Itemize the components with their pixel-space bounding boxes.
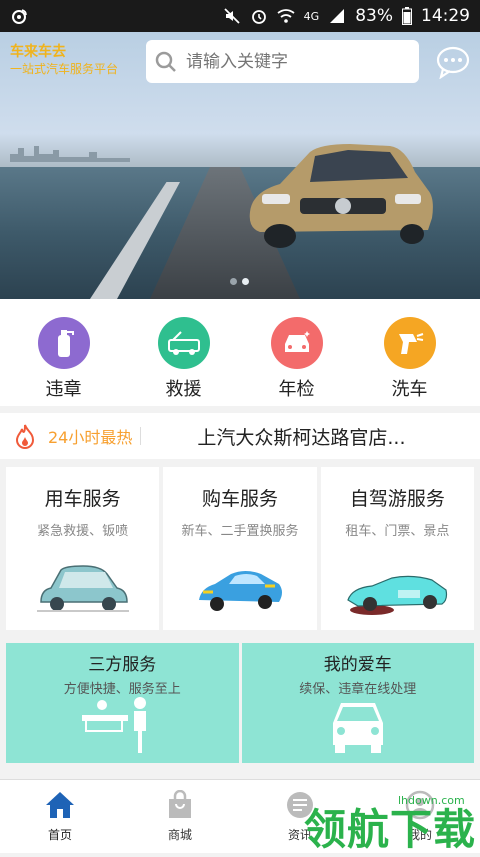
card-title: 购车服务 — [201, 488, 278, 510]
carousel-indicator — [230, 278, 249, 285]
carousel-dot-active[interactable] — [242, 278, 249, 285]
hot-headline[interactable]: 上汽大众斯柯达路官店... — [197, 423, 405, 450]
divider — [140, 427, 142, 445]
tile-third-party[interactable]: 三方服务 方便快捷、服务至上 — [6, 643, 239, 763]
car-check-icon — [270, 317, 323, 369]
service-counter-icon — [82, 697, 147, 753]
service-cards: 用车服务 紧急救援、钣喷 购车服务 新车、二手置换服务 自驾游服务 租车、门票、… — [6, 467, 474, 630]
nav-mall[interactable]: 商城 — [120, 780, 240, 853]
carousel-dot[interactable] — [230, 278, 237, 285]
brand-slogan: 一站式汽车服务平台 — [10, 62, 119, 76]
card-title: 用车服务 — [44, 488, 121, 510]
quick-item-rescue[interactable]: 救援 — [127, 299, 240, 406]
nav-home[interactable]: 首页 — [0, 780, 120, 853]
tile-title: 三方服务 — [88, 655, 157, 675]
feature-tiles: 三方服务 方便快捷、服务至上 我的爱车 续保、违章在线处理 — [6, 643, 474, 763]
sports-car-icon — [198, 571, 282, 611]
status-bar: 4G 83% 14:29 — [0, 0, 480, 32]
search-icon — [155, 51, 176, 72]
card-purchase-service[interactable]: 购车服务 新车、二手置换服务 — [163, 467, 317, 630]
brand-logo: 车来车去 一站式汽车服务平台 — [10, 44, 118, 78]
quick-label: 救援 — [165, 379, 202, 400]
shopping-bag-icon — [169, 790, 191, 818]
quick-label: 洗车 — [391, 379, 428, 400]
card-subtitle: 紧急救援、钣喷 — [37, 524, 129, 539]
card-selfdrive-service[interactable]: 自驾游服务 租车、门票、景点 — [320, 467, 474, 630]
spray-gun-icon — [383, 317, 436, 369]
tile-my-car[interactable]: 我的爱车 续保、违章在线处理 — [241, 643, 474, 763]
quick-item-violation[interactable]: 违章 — [0, 299, 127, 406]
nav-label: 商城 — [167, 828, 192, 842]
card-subtitle: 新车、二手置换服务 — [181, 524, 299, 539]
search-bar[interactable] — [146, 40, 419, 83]
car-front-icon — [332, 703, 383, 753]
wifi-icon — [277, 9, 295, 23]
quick-label: 年检 — [278, 379, 315, 400]
banner-skyline — [10, 146, 130, 162]
mute-icon — [224, 8, 240, 24]
signal-icon — [330, 9, 345, 23]
search-input[interactable] — [186, 51, 406, 72]
banner-car-image — [249, 144, 433, 248]
home-icon — [46, 792, 74, 818]
watermark-text: 领航下载 — [304, 805, 477, 854]
fire-icon — [15, 424, 35, 449]
quick-services: 违章 救援 年检 洗车 — [0, 299, 480, 406]
tow-truck-icon — [157, 317, 210, 369]
hot-news-ticker[interactable]: 24小时最热 上汽大众斯柯达路官店... — [0, 413, 480, 459]
hot-tag: 24小时最热 — [48, 428, 133, 447]
extinguisher-icon — [37, 317, 90, 369]
quick-item-carwash[interactable]: 洗车 — [353, 299, 466, 406]
hero-banner[interactable]: 车来车去 一站式汽车服务平台 — [0, 32, 480, 299]
network-type: 4G — [303, 9, 320, 23]
chat-icon[interactable] — [435, 45, 471, 79]
quick-item-inspection[interactable]: 年检 — [240, 299, 353, 406]
tile-title: 我的爱车 — [323, 655, 392, 675]
weibo-icon — [12, 9, 27, 24]
card-car-service[interactable]: 用车服务 紧急救援、钣喷 — [6, 467, 160, 630]
brand-name: 车来车去 — [10, 44, 66, 60]
clock: 14:29 — [421, 6, 470, 26]
battery-percent: 83% — [355, 6, 393, 26]
battery-icon — [402, 7, 412, 25]
alarm-icon — [251, 10, 266, 24]
convertible-car-icon — [347, 575, 448, 615]
watermark: lhdown.com 领航下载 — [298, 790, 480, 854]
quick-label: 违章 — [45, 379, 82, 400]
card-title: 自驾游服务 — [349, 488, 445, 510]
nav-label: 首页 — [47, 828, 72, 842]
car-illustration-icon — [36, 565, 129, 612]
card-subtitle: 租车、门票、景点 — [345, 524, 450, 539]
